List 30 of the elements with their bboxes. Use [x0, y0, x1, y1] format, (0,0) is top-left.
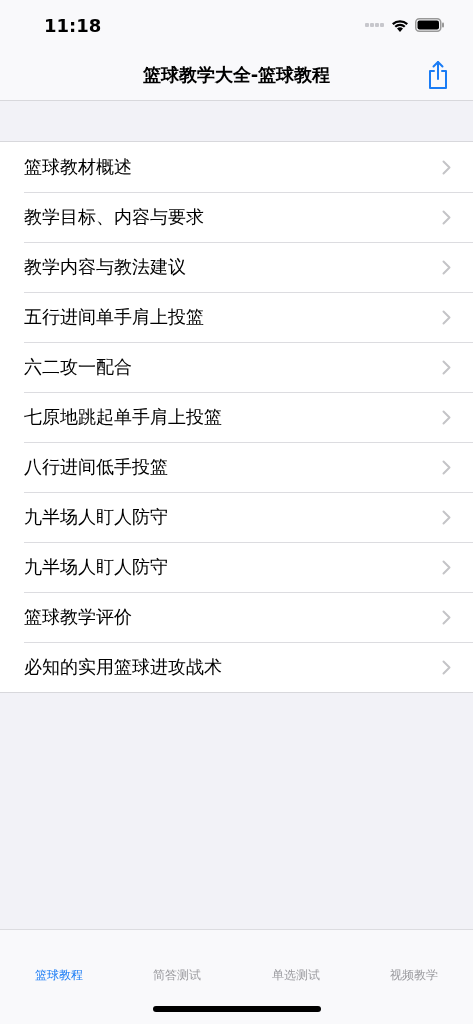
- list-item[interactable]: 六二攻一配合: [0, 342, 473, 392]
- list-item[interactable]: 教学内容与教法建议: [0, 242, 473, 292]
- list-item[interactable]: 九半场人盯人防守: [0, 492, 473, 542]
- chevron-icon: [442, 209, 451, 225]
- chevron-icon: [442, 309, 451, 325]
- share-button[interactable]: [427, 60, 449, 90]
- chevron-icon: [442, 159, 451, 175]
- list-item[interactable]: 篮球教材概述: [0, 142, 473, 192]
- tab[interactable]: 篮球教程: [0, 963, 119, 988]
- list-item[interactable]: 八行进间低手投篮: [0, 442, 473, 492]
- signal-icon: [365, 23, 385, 27]
- chevron-icon: [442, 359, 451, 375]
- share-icon: [427, 60, 449, 90]
- chevron-icon: [442, 259, 451, 275]
- chevron-icon: [442, 659, 451, 675]
- chevron-icon: [442, 409, 451, 425]
- chevron-icon: [442, 609, 451, 625]
- list-item[interactable]: 篮球教学评价: [0, 592, 473, 642]
- list-item[interactable]: 教学目标、内容与要求: [0, 192, 473, 242]
- list-item[interactable]: 七原地跳起单手肩上投篮: [0, 392, 473, 442]
- wifi-icon: [391, 18, 409, 32]
- list-item[interactable]: 必知的实用篮球进攻战术: [0, 642, 473, 692]
- battery-icon: [415, 18, 445, 32]
- list-item[interactable]: 九半场人盯人防守: [0, 542, 473, 592]
- status-time: 11:18: [44, 14, 102, 36]
- chevron-icon: [442, 459, 451, 475]
- nav-title: 篮球教学大全-篮球教程: [142, 63, 331, 87]
- list-item[interactable]: 五行进间单手肩上投篮: [0, 292, 473, 342]
- chevron-icon: [442, 509, 451, 525]
- chevron-icon: [442, 559, 451, 575]
